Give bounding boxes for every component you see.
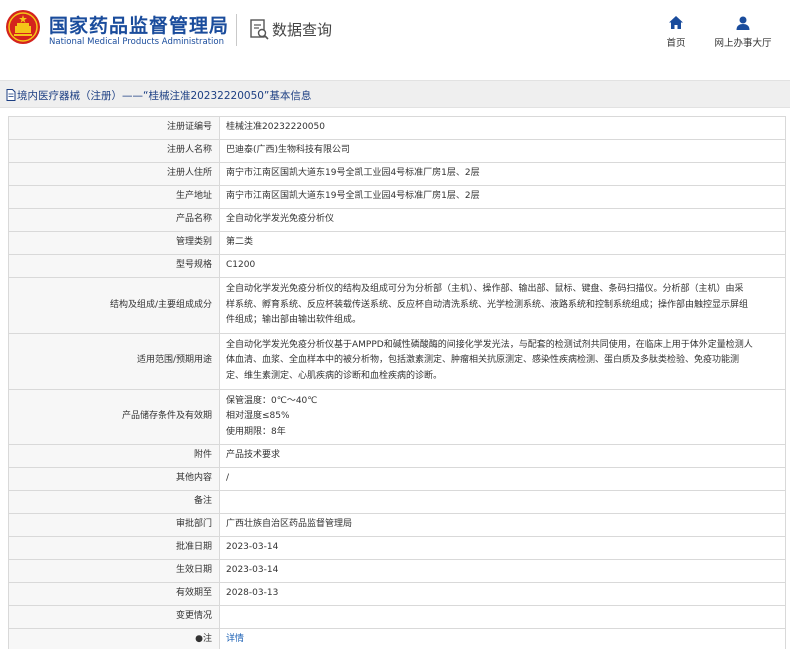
field-label: ●注 (8, 628, 220, 649)
field-label: 结构及组成/主要组成成分 (8, 277, 220, 334)
table-row: 变更情况 (8, 605, 786, 629)
field-value-approval-date: 2023-03-14 (219, 536, 786, 560)
field-value-production-address: 南宁市江南区国凯大道东19号全凯工业园4号标准厂房1层、2层 (219, 185, 786, 209)
table-row: 产品名称 全自动化学发光免疫分析仪 (8, 208, 786, 232)
field-label: 型号规格 (8, 254, 220, 278)
table-row: 产品储存条件及有效期 保管温度：0℃～40℃ 相对湿度≤85% 使用期限：8年 (8, 388, 786, 445)
nav-home-label: 首页 (666, 38, 686, 49)
table-row: 注册人住所 南宁市江南区国凯大道东19号全凯工业园4号标准厂房1层、2层 (8, 162, 786, 186)
record-detail-table: 注册证编号 桂械注准20232220050 注册人名称 巴迪泰(广西)生物科技有… (8, 116, 786, 649)
national-emblem-icon (6, 10, 40, 44)
table-row: 有效期至 2028-03-13 (8, 582, 786, 606)
text-line: 全自动化学发光免疫分析仪基于AMPPD和碱性磷酸酶的间接化学发光法，与配套的检测… (226, 339, 753, 350)
text-line: 定、维生素测定、心肌疾病的诊断和血栓疾病的诊断。 (226, 370, 443, 381)
field-value-other: / (219, 467, 786, 491)
table-row: 附件 产品技术要求 (8, 444, 786, 468)
field-label: 有效期至 (8, 582, 220, 606)
field-label: 注册人住所 (8, 162, 220, 186)
record-title: 境内医疗器械（注册）——“桂械注准20232220050”基本信息 (17, 90, 312, 102)
table-row: 批准日期 2023-03-14 (8, 536, 786, 560)
table-row: 管理类别 第二类 (8, 231, 786, 255)
field-label: 其他内容 (8, 467, 220, 491)
field-value-storage: 保管温度：0℃～40℃ 相对湿度≤85% 使用期限：8年 (219, 388, 786, 445)
field-value-approval-dept: 广西壮族自治区药品监督管理局 (219, 513, 786, 537)
field-value-registrant: 巴迪泰(广西)生物科技有限公司 (219, 139, 786, 163)
nav-online-service-label: 网上办事大厅 (714, 38, 772, 49)
field-label: 产品储存条件及有效期 (8, 388, 220, 445)
field-label: 注册人名称 (8, 139, 220, 163)
document-icon (6, 89, 16, 101)
field-label: 注册证编号 (8, 116, 220, 140)
table-row: 生效日期 2023-03-14 (8, 559, 786, 583)
field-value-attachment: 产品技术要求 (219, 444, 786, 468)
table-row: 适用范围/预期用途 全自动化学发光免疫分析仪基于AMPPD和碱性磷酸酶的间接化学… (8, 332, 786, 390)
field-value-intended-use: 全自动化学发光免疫分析仪基于AMPPD和碱性磷酸酶的间接化学发光法，与配套的检测… (219, 332, 786, 390)
header-divider (236, 14, 237, 46)
field-value-note: 详情 (219, 628, 786, 649)
table-row: 备注 (8, 490, 786, 514)
field-value-registrant-address: 南宁市江南区国凯大道东19号全凯工业园4号标准厂房1层、2层 (219, 162, 786, 186)
table-row: 其他内容 / (8, 467, 786, 491)
field-value-structure: 全自动化学发光免疫分析仪的结构及组成可分为分析部（主机）、操作部、输出部、鼠标、… (219, 277, 786, 334)
home-icon (669, 16, 683, 29)
data-query-icon (250, 19, 269, 40)
field-label: 批准日期 (8, 536, 220, 560)
field-label: 变更情况 (8, 605, 220, 629)
site-title-cn: 国家药品监督管理局 (49, 15, 230, 37)
nav-home[interactable]: 首页 (660, 15, 692, 49)
text-line: 体血清、血浆、全血样本中的被分析物，包括激素测定、肿瘤相关抗原测定、感染性疾病检… (226, 355, 740, 366)
field-value-expiry-date: 2028-03-13 (219, 582, 786, 606)
text-line: 全自动化学发光免疫分析仪的结构及组成可分为分析部（主机）、操作部、输出部、鼠标、… (226, 284, 744, 294)
field-value-product-name: 全自动化学发光免疫分析仪 (219, 208, 786, 232)
field-label: 审批部门 (8, 513, 220, 537)
field-value-management-category: 第二类 (219, 231, 786, 255)
field-label: 生产地址 (8, 185, 220, 209)
text-line: 样系统、孵育系统、反应杯装载传送系统、反应杯自动清洗系统、光学检测系统、液路系统… (226, 299, 749, 310)
table-row: 结构及组成/主要组成成分 全自动化学发光免疫分析仪的结构及组成可分为分析部（主机… (8, 277, 786, 334)
table-row: 注册证编号 桂械注准20232220050 (8, 116, 786, 140)
table-row: ●注 详情 (8, 628, 786, 649)
table-row: 生产地址 南宁市江南区国凯大道东19号全凯工业园4号标准厂房1层、2层 (8, 185, 786, 209)
text-line: 件组成；输出部由输出软件组成。 (226, 315, 362, 325)
text-line: 使用期限：8年 (226, 426, 286, 437)
text-line: 相对湿度≤85% (226, 411, 290, 421)
field-value-remark (219, 490, 786, 514)
field-label: 适用范围/预期用途 (8, 332, 220, 390)
field-label: 管理类别 (8, 231, 220, 255)
field-value-model: C1200 (219, 254, 786, 278)
site-title-en: National Medical Products Administration (49, 37, 224, 47)
record-title-bar: 境内医疗器械（注册）——“桂械注准20232220050”基本信息 (0, 80, 790, 108)
table-row: 型号规格 C1200 (8, 254, 786, 278)
field-value-changes (219, 605, 786, 629)
table-row: 审批部门 广西壮族自治区药品监督管理局 (8, 513, 786, 537)
site-header: 国家药品监督管理局 National Medical Products Admi… (0, 0, 790, 62)
field-label: 备注 (8, 490, 220, 514)
detail-link[interactable]: 详情 (226, 634, 244, 644)
field-label: 生效日期 (8, 559, 220, 583)
text-line: 保管温度：0℃～40℃ (226, 395, 318, 406)
section-title: 数据查询 (272, 21, 333, 39)
nav-online-service[interactable]: 网上办事大厅 (708, 15, 778, 49)
user-icon (736, 16, 750, 30)
field-label: 附件 (8, 444, 220, 468)
field-value-effective-date: 2023-03-14 (219, 559, 786, 583)
field-label: 产品名称 (8, 208, 220, 232)
table-row: 注册人名称 巴迪泰(广西)生物科技有限公司 (8, 139, 786, 163)
field-value-reg-no: 桂械注准20232220050 (219, 116, 786, 140)
